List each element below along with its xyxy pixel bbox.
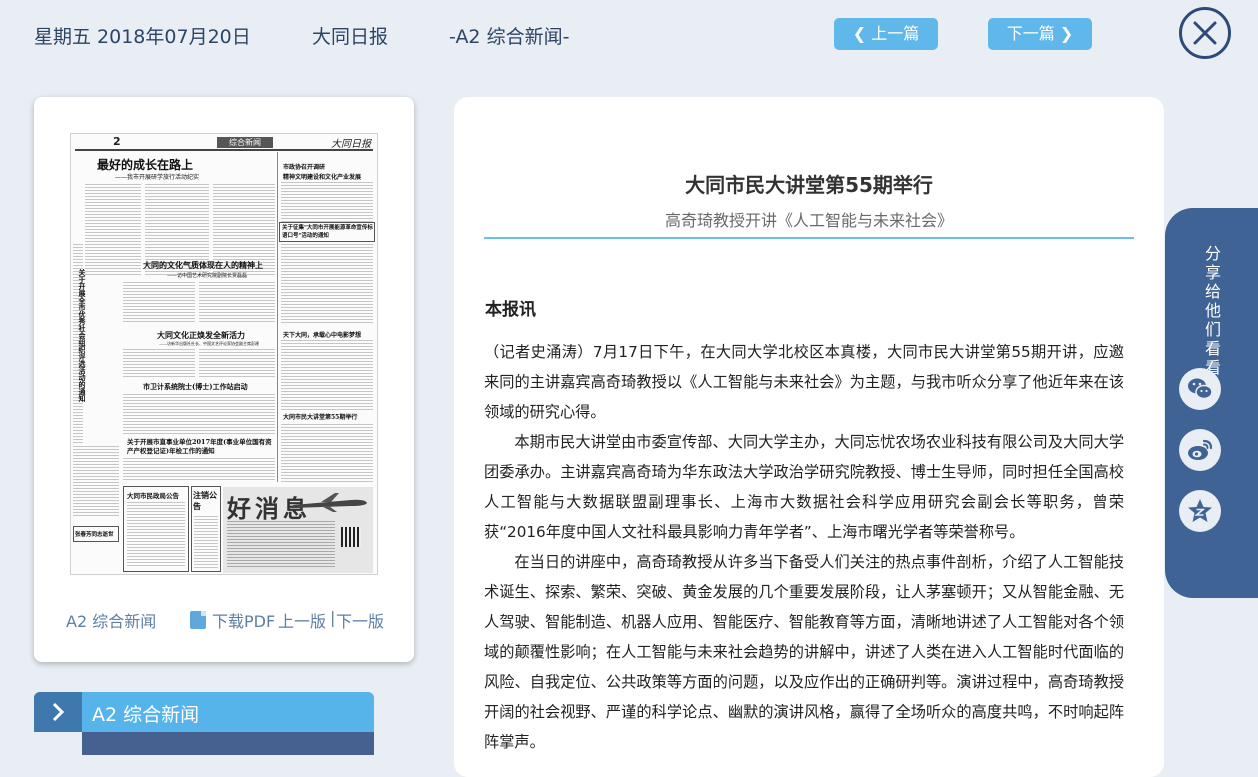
newspaper-page-number: 2: [113, 135, 121, 148]
newspaper-headline: 关于征集"大同市开展能源革命宣传标语口号"活动的通知: [282, 225, 373, 239]
newspaper-notice-title: 张春芳同志逝世: [75, 532, 114, 538]
article-body: （记者史涌涛）7月17日下午，在大同大学北校区本真楼，大同市民大讲堂第55期开讲…: [484, 337, 1124, 757]
section-selector-tab[interactable]: A2 综合新闻: [34, 692, 374, 732]
chevron-right-icon: ❯: [1059, 24, 1074, 43]
newspaper-advertisement: 好消息: [223, 487, 373, 573]
newspaper-headline: 大同文化正焕发全新活力: [157, 330, 245, 340]
favorite-icon: [1188, 499, 1212, 522]
article-dateline: 本报讯: [485, 300, 536, 320]
previous-page-link[interactable]: 上一版: [278, 608, 326, 632]
favorite-share-button[interactable]: [1179, 490, 1221, 532]
newspaper-headline: 天下大同，承载心中电影梦想: [283, 332, 362, 339]
next-article-label: 下一篇: [1006, 24, 1055, 43]
article-paragraph: （记者史涌涛）7月17日下午，在大同大学北校区本真楼，大同市民大讲堂第55期开讲…: [484, 343, 1124, 421]
newspaper-headline: 市卫计系统院士(博士)工作站启动: [143, 382, 248, 391]
weibo-icon: [1188, 439, 1213, 460]
section-chevron: [34, 692, 82, 732]
article-subtitle: 高奇琦教授开讲《人工智能与未来社会》: [664, 211, 953, 230]
qr-code-icon: [341, 527, 361, 547]
previous-article-label: 上一篇: [871, 24, 920, 43]
newspaper-page-thumbnail[interactable]: 2 综合新闻 大同日报 最好的成长在路上 ——我市开展研学旅行活动纪实 关于开展…: [70, 133, 378, 575]
newspaper-section-label: 综合新闻: [217, 137, 273, 148]
newspaper-subheadline: ——我市开展研学旅行活动纪实: [115, 174, 200, 181]
download-pdf-link[interactable]: 下载PDF: [212, 608, 275, 632]
previous-article-button[interactable]: ❮ 上一篇: [834, 18, 938, 50]
newspaper-notice-title: 大同市民政局公告: [127, 492, 179, 500]
article-card: 大同市民大讲堂第55期举行 高奇琦教授开讲《人工智能与未来社会》 本报讯 （记者…: [454, 97, 1164, 777]
article-paragraph: 本期市民大讲堂由市委宣传部、大同大学主办，大同忘忧农场农业科技有限公司及大同大学…: [484, 433, 1124, 541]
section-list-panel: [82, 732, 374, 755]
wechat-share-button[interactable]: [1179, 368, 1221, 410]
next-page-link[interactable]: 下一版: [336, 608, 384, 632]
newspaper-headline: 关于开展市直事业单位2017年度(事业单位国有资产产权登记证)年检工作的通知: [127, 438, 272, 455]
newspaper-subheadline: ——访中国艺术研究院副院长贾磊磊: [167, 273, 248, 279]
article-title: 大同市民大讲堂第55期举行: [685, 173, 933, 197]
thumbnail-page-caption: A2 综合新闻: [66, 612, 157, 631]
airplane-icon: [293, 493, 367, 512]
newspaper-headline: 最好的成长在路上: [97, 158, 194, 172]
page-thumbnail-card: 2 综合新闻 大同日报 最好的成长在路上 ——我市开展研学旅行活动纪实 关于开展…: [34, 97, 414, 662]
close-button[interactable]: [1179, 7, 1231, 59]
page-link-separator: |: [330, 608, 336, 627]
chevron-right-icon: [52, 702, 65, 722]
newspaper-headline: 市政协召开调研: [283, 164, 326, 171]
newspaper-notice-title: 注销公告: [193, 490, 217, 511]
title-divider: [484, 237, 1134, 239]
newspaper-vertical-headline: 关于开展全市优秀社会组织评选活动的通知: [78, 269, 87, 402]
share-label: 分享给他们看看: [1204, 244, 1221, 377]
issue-date: 星期五 2018年07月20日: [34, 26, 251, 48]
wechat-icon: [1188, 378, 1213, 400]
weibo-share-button[interactable]: [1179, 429, 1221, 471]
chevron-left-icon: ❮: [852, 24, 867, 43]
next-article-button[interactable]: 下一篇 ❯: [988, 18, 1092, 50]
newspaper-header: 2 综合新闻 大同日报: [75, 135, 373, 151]
article-paragraph: 在当日的讲座中，高奇琦教授从许多当下备受人们关注的热点事件剖析，介绍了人工智能技…: [484, 553, 1124, 751]
newspaper-headline: 大同市民大讲堂第55期举行: [283, 414, 358, 421]
pdf-icon: [190, 611, 206, 629]
close-icon: [1193, 21, 1217, 45]
page-label: -A2 综合新闻-: [449, 26, 570, 48]
newspaper-headline: 精神文明建设和文化产业发展: [283, 174, 362, 181]
section-tab-label: A2 综合新闻: [92, 704, 200, 726]
share-panel: 分享给他们看看: [1165, 208, 1258, 598]
newspaper-subheadline: ——访新华出版社社长、中国文艺评论家协会副主席彭建: [159, 341, 259, 346]
newspaper-name: 大同日报: [312, 26, 389, 48]
newspaper-headline: 大同的文化气质体现在人的精神上: [143, 260, 263, 270]
newspaper-masthead: 大同日报: [331, 139, 371, 150]
